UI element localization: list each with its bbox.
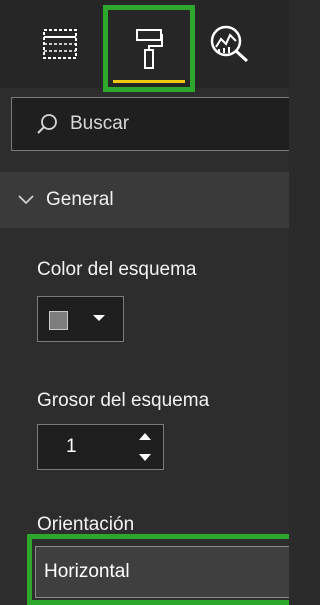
orientation-label: Orientación	[37, 514, 135, 535]
search-icon	[36, 113, 58, 135]
outline-weight-label: Grosor del esquema	[37, 390, 210, 411]
analytics-magnifier-icon	[209, 24, 251, 64]
tab-fields[interactable]	[30, 0, 90, 88]
caret-up-icon[interactable]	[137, 430, 153, 442]
tab-format[interactable]	[103, 5, 195, 92]
section-general-header[interactable]: General	[0, 172, 289, 228]
outline-weight-value: 1	[66, 436, 77, 457]
search-placeholder: Buscar	[70, 113, 130, 134]
tab-analytics[interactable]	[200, 0, 260, 88]
format-pane: Buscar General Color del esquema Grosor …	[0, 0, 289, 605]
outline-color-label: Color del esquema	[37, 259, 197, 280]
color-swatch	[49, 311, 68, 330]
chevron-down-icon	[18, 195, 34, 205]
fields-table-icon	[43, 29, 77, 59]
search-input[interactable]: Buscar	[11, 97, 289, 151]
section-title: General	[46, 189, 114, 210]
caret-down-icon	[91, 310, 107, 326]
active-tab-indicator	[113, 80, 185, 83]
caret-down-icon[interactable]	[137, 452, 153, 464]
outline-color-picker[interactable]	[37, 296, 124, 342]
paint-roller-icon	[135, 28, 163, 70]
orientation-select[interactable]: Horizontal	[35, 546, 289, 598]
outline-weight-stepper[interactable]: 1	[37, 424, 164, 470]
orientation-value: Horizontal	[44, 561, 130, 582]
pane-tabs	[0, 0, 289, 92]
